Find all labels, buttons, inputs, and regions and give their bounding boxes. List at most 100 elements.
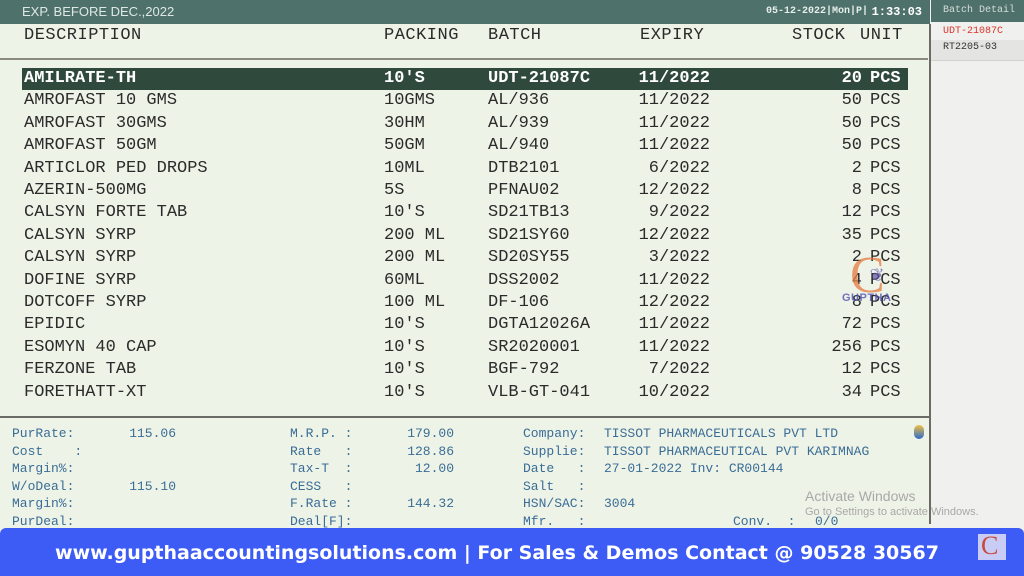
detail-label: HSN/SAC: [523, 496, 586, 511]
cell-stock: 8 [851, 181, 862, 200]
cell-expiry: 6/2022 [648, 158, 710, 178]
cell-unit: PCS [870, 203, 901, 223]
cell-stock: 12 [841, 360, 862, 380]
table-row[interactable]: CALSYN SYRP 200 ML SD21SY60 12/2022 35 PCS [22, 225, 908, 247]
detail-label: M.R.P. : [290, 426, 353, 441]
table-row[interactable]: AMROFAST 10 GMS 10GMS AL/936 11/2022 50 PCS [22, 90, 908, 112]
table-row-selected[interactable]: AMILRATE-TH 10'S UDT-21087C 11/2022 20 PCS [22, 68, 908, 90]
cell-expiry: 12/2022 [638, 181, 710, 200]
cell-expiry: 11/2022 [638, 337, 710, 357]
activate-subtitle: Go to Settings to activate Windows. [805, 506, 979, 518]
batch-item[interactable]: RT2205-03 [931, 40, 1024, 60]
detail-label: PurRate: [12, 426, 75, 441]
cell-batch: VLB-GT-041 [488, 382, 591, 402]
cell-stock: 50 [841, 91, 862, 111]
cell-unit: PCS [870, 382, 901, 402]
detail-value: 3004 [604, 496, 636, 511]
table-row[interactable]: DOTCOFF SYRP 100 ML DF-106 12/2022 8 PCS [22, 292, 908, 314]
cell-batch: DSS2002 [488, 270, 560, 290]
detail-value: 115.06 [129, 426, 176, 441]
column-header: DESCRIPTION PACKING BATCH EXPIRY STOCK U… [0, 24, 928, 60]
cell-expiry: 11/2022 [638, 113, 710, 133]
batch-separator [931, 60, 1024, 61]
cell-batch: SR2020001 [488, 337, 580, 357]
table-row[interactable]: FORETHATT-XT 10'S VLB-GT-041 10/2022 34 PCS [22, 382, 908, 404]
cell-packing: 200 ML [384, 225, 446, 245]
cell-packing: 10'S [384, 337, 425, 357]
cell-stock: 34 [841, 382, 862, 402]
table-row[interactable]: AMROFAST 30GMS 30HM AL/939 11/2022 50 PCS [22, 113, 908, 135]
detail-label: PurDeal: [12, 513, 75, 529]
cell-stock: 20 [841, 69, 862, 88]
cell-description: ESOMYN 40 CAP [24, 337, 157, 357]
cell-batch: SD21SY60 [488, 225, 570, 245]
table-row[interactable]: AZERIN-500MG 5S PFNAU02 12/2022 8 PCS [22, 180, 908, 202]
table-row[interactable]: ARTICLOR PED DROPS 10ML DTB2101 6/2022 2 PCS [22, 158, 908, 180]
cell-description: AMROFAST 10 GMS [24, 91, 178, 111]
detail-label: CESS : [290, 478, 353, 494]
batch-item[interactable]: UDT-21087C [931, 24, 1024, 40]
details-panel: PurRate: 115.06 Cost : Margin%: W/oDeal: 115.… [0, 418, 930, 529]
banner-text[interactable]: www.gupthaaccountingsolutions.com | For … [0, 542, 1024, 564]
scroll-indicator-icon[interactable] [914, 425, 924, 439]
col-description[interactable]: DESCRIPTION [24, 26, 142, 45]
table-row[interactable]: CALSYN SYRP 200 ML SD20SY55 3/2022 2 PCS [22, 247, 908, 269]
col-unit[interactable]: UNIT [860, 26, 903, 45]
cell-batch: AL/936 [488, 91, 550, 111]
cell-packing: 50GM [384, 136, 425, 156]
cell-stock: 256 [831, 337, 862, 357]
cell-expiry: 12/2022 [638, 225, 710, 245]
cell-expiry: 11/2022 [638, 315, 710, 335]
cell-description: ARTICLOR PED DROPS [24, 158, 208, 178]
detail-label: Deal[F]: [290, 513, 353, 529]
detail-value: TISSOT PHARMACEUTICAL PVT KARIMNAG [604, 443, 870, 459]
cell-unit: PCS [870, 158, 901, 178]
col-stock[interactable]: STOCK [792, 26, 846, 45]
cell-stock: 2 [851, 158, 862, 178]
cell-description: FORETHATT-XT [24, 382, 147, 402]
cell-packing: 5S [384, 181, 405, 200]
table-row[interactable]: AMROFAST 50GM 50GM AL/940 11/2022 50 PCS [22, 135, 908, 157]
table-row[interactable]: DOFINE SYRP 60ML DSS2002 11/2022 4 PCS [22, 270, 908, 292]
detail-label: Margin%: [12, 496, 75, 511]
table-row[interactable]: CALSYN FORTE TAB 10'S SD21TB13 9/2022 12 PCS [22, 202, 908, 224]
activate-windows-notice: Activate Windows Go to Settings to activ… [805, 488, 979, 518]
col-packing[interactable]: PACKING [384, 26, 459, 45]
cell-expiry: 11/2022 [638, 270, 710, 290]
cell-description: CALSYN SYRP [24, 248, 137, 268]
cell-batch: BGF-792 [488, 360, 560, 380]
cell-packing: 30HM [384, 113, 425, 133]
batch-detail-header: Batch Detail [931, 0, 1024, 22]
detail-label: Mfr. : [523, 513, 586, 529]
promo-banner: www.gupthaaccountingsolutions.com | For … [0, 528, 1024, 576]
cell-batch: DF-106 [488, 293, 550, 312]
cell-batch: SD20SY55 [488, 248, 570, 268]
cell-batch: DTB2101 [488, 158, 560, 178]
batch-item-label: RT2205-03 [943, 42, 998, 53]
cell-expiry: 11/2022 [638, 91, 710, 111]
cell-batch: SD21TB13 [488, 203, 570, 223]
col-expiry[interactable]: EXPIRY [640, 26, 704, 45]
cell-description: AMROFAST 50GM [24, 136, 157, 156]
detail-label: Date : [523, 461, 586, 476]
cell-packing: 10'S [384, 315, 425, 335]
cell-expiry: 11/2022 [638, 69, 710, 88]
cell-expiry: 10/2022 [638, 382, 710, 402]
cell-description: AMROFAST 30GMS [24, 113, 167, 133]
cell-description: EPIDIC [24, 315, 86, 335]
main-window: EXP. BEFORE DEC.,2022 05-12-2022|Mon|P| … [0, 0, 930, 576]
table-row[interactable]: ESOMYN 40 CAP 10'S SR2020001 11/2022 256 PCS [22, 337, 908, 359]
cell-expiry: 9/2022 [648, 203, 710, 223]
cell-expiry: 7/2022 [648, 360, 710, 380]
cell-packing: 10GMS [384, 91, 436, 111]
activate-title: Activate Windows [805, 488, 916, 504]
report-title: EXP. BEFORE DEC.,2022 [22, 4, 175, 19]
detail-label: Salt : [523, 478, 586, 494]
cell-packing: 10'S [384, 360, 425, 380]
table-row[interactable]: FERZONE TAB 10'S BGF-792 7/2022 12 PCS [22, 359, 908, 381]
table-row[interactable]: EPIDIC 10'S DGTA12026A 11/2022 72 PCS [22, 314, 908, 336]
cell-unit: PCS [870, 315, 901, 335]
cell-expiry: 12/2022 [638, 293, 710, 312]
col-batch[interactable]: BATCH [488, 26, 542, 45]
cell-description: AZERIN-500MG [24, 181, 147, 200]
